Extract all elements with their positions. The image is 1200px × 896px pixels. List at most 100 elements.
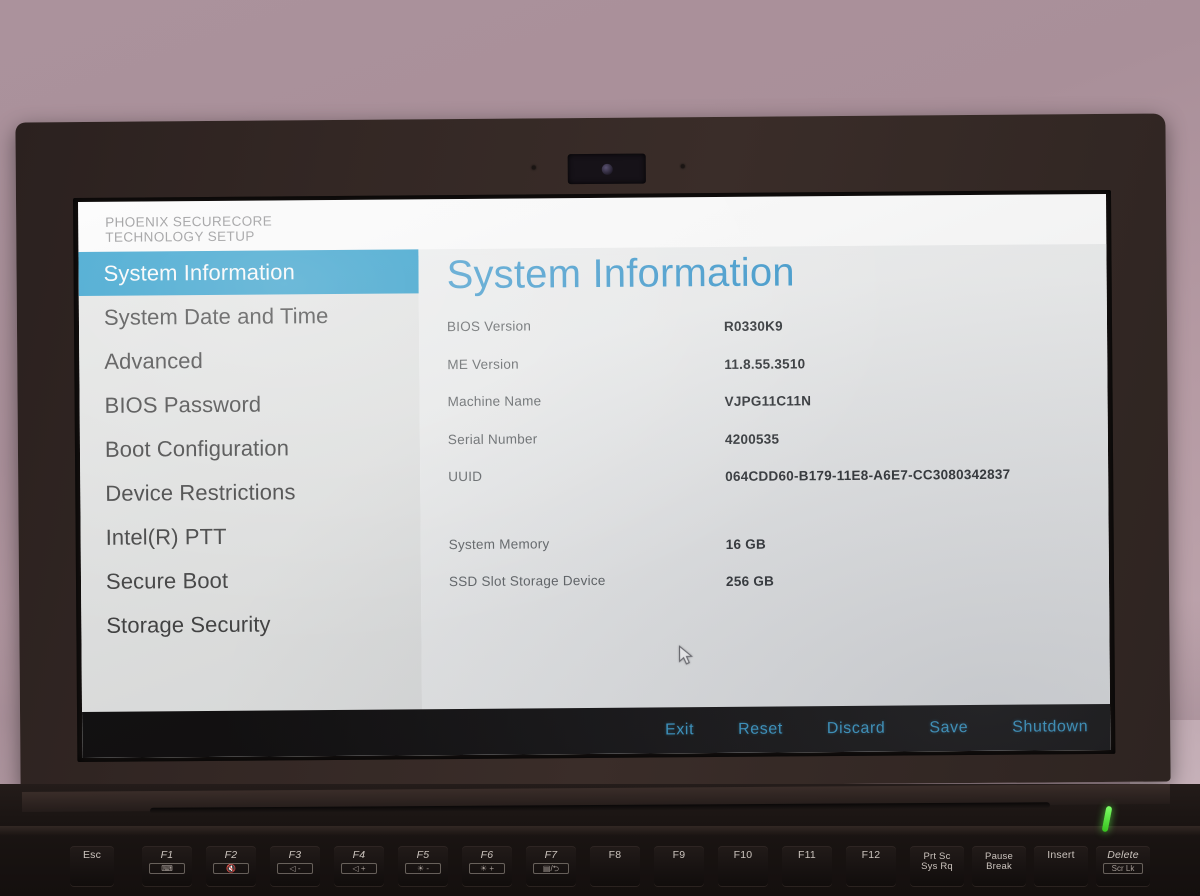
sidebar-item-system-date-and-time[interactable]: System Date and Time [79,293,419,340]
key-label: Prt Sc Sys Rq [921,851,953,872]
key-f10[interactable]: F10 [718,846,768,886]
key-f4[interactable]: F4 ◁ + [334,846,384,886]
info-label: BIOS Version [446,318,532,335]
sidebar-item-secure-boot[interactable]: Secure Boot [81,557,421,604]
save-button[interactable]: Save [929,719,968,737]
key-secondary-label: ◁ + [341,863,377,874]
info-value: 4200535 [724,431,780,447]
key-label: F6 [480,849,494,861]
info-value: VJPG11C11N [724,393,812,409]
key-f1[interactable]: F1 ⌨ [142,846,192,886]
key-label: F3 [288,849,302,861]
key-f8[interactable]: F8 [590,846,640,886]
sidebar-item-storage-security[interactable]: Storage Security [81,601,421,648]
display-bezel: PHOENIX SECURECORE TECHNOLOGY SETUP Syst… [72,189,1116,763]
bios-content-panel: System Information BIOS Version R0330K9 ME… [418,243,1111,756]
mouse-cursor-icon [678,645,694,665]
webcam-module [567,153,646,185]
key-label: F12 [861,849,881,861]
info-value: 16 GB [725,536,767,552]
microphone-right-icon [680,164,685,169]
key-f11[interactable]: F11 [782,846,832,886]
key-pause-break[interactable]: Pause Break [972,846,1026,886]
info-label: Machine Name [447,393,542,410]
key-secondary-label: ☀ - [405,863,441,874]
table-row: System Memory 16 GB [449,532,1089,575]
info-label: SSD Slot Storage Device [448,572,606,590]
key-label: Insert [1047,849,1075,861]
info-value: 256 GB [725,573,775,589]
key-label: F7 [544,849,558,861]
microphone-left-icon [531,165,536,170]
key-label: F10 [733,849,753,861]
key-label: Delete [1107,849,1139,861]
page-title: System Information [446,250,795,298]
key-label: F5 [416,849,430,861]
key-f9[interactable]: F9 [654,846,704,886]
bios-screen: PHOENIX SECURECORE TECHNOLOGY SETUP Syst… [78,193,1111,759]
palmrest-bevel [0,826,1200,836]
webcam-lens-icon [601,163,613,175]
laptop-lid: PHOENIX SECURECORE TECHNOLOGY SETUP Syst… [15,113,1171,791]
bios-action-bar[interactable]: Exit Reset Discard Save Shutdown [82,703,1111,759]
key-insert[interactable]: Insert [1034,846,1088,886]
table-row: BIOS Version R0330K9 [447,314,1087,357]
sidebar-item-label: Boot Configuration [104,435,290,462]
key-f5[interactable]: F5 ☀ - [398,846,448,886]
sidebar-item-system-information[interactable]: System Information [78,249,419,297]
laptop-photo: PHOENIX SECURECORE TECHNOLOGY SETUP Syst… [0,0,1200,896]
key-label: Esc [82,849,102,861]
key-secondary-label: ⌨ [149,863,185,874]
sidebar-item-device-restrictions[interactable]: Device Restrictions [80,469,420,516]
key-secondary-label: ☀ + [469,863,505,874]
sidebar-item-bios-password[interactable]: BIOS Password [79,381,419,428]
key-esc[interactable]: Esc [70,846,114,886]
info-label: ME Version [447,356,519,372]
reset-button[interactable]: Reset [738,721,783,739]
key-prt-sc-sys-rq[interactable]: Prt Sc Sys Rq [910,846,964,886]
bios-sidebar[interactable]: System Information System Date and Time Ad… [78,249,423,759]
info-value: 064CDD60-B179-11E8-A6E7-CC3080342837 [725,466,1011,484]
shutdown-button[interactable]: Shutdown [1012,718,1088,737]
sidebar-item-boot-configuration[interactable]: Boot Configuration [80,425,420,472]
key-f7[interactable]: F7 ▤/⮌ [526,846,576,886]
table-row: SSD Slot Storage Device 256 GB [449,569,1089,612]
key-label: F4 [352,849,366,861]
sidebar-item-label: System Date and Time [103,303,329,330]
keyboard-function-row[interactable]: Esc F1 ⌨ F2 🔇 F3 ◁ - F4 ◁ + F5 ☀ - F6 ☀ + F7 ▤/⮌ F8 F9 F1… [0,840,1200,896]
key-f3[interactable]: F3 ◁ - [270,846,320,886]
sidebar-item-label: Device Restrictions [105,479,296,506]
info-value: R0330K9 [723,318,783,334]
sidebar-item-label: Intel(R) PTT [105,523,227,550]
setup-header: PHOENIX SECURECORE TECHNOLOGY SETUP [105,213,273,245]
table-row: ME Version 11.8.55.3510 [447,352,1087,395]
key-f6[interactable]: F6 ☀ + [462,846,512,886]
key-delete[interactable]: Delete Scr Lk [1096,846,1150,886]
system-information-table: BIOS Version R0330K9 ME Version 11.8.55.351… [447,314,1089,612]
table-row: Serial Number 4200535 [448,427,1088,470]
key-label: F9 [672,849,686,861]
info-label: Serial Number [447,430,538,447]
key-label: F11 [798,849,816,861]
key-secondary-label: Scr Lk [1103,863,1143,874]
key-f2[interactable]: F2 🔇 [206,846,256,886]
exit-button[interactable]: Exit [665,721,694,739]
key-label: Pause Break [985,851,1013,872]
sidebar-item-advanced[interactable]: Advanced [79,337,419,384]
discard-button[interactable]: Discard [827,720,886,738]
key-secondary-label: 🔇 [213,863,249,874]
info-label: UUID [448,468,483,485]
key-secondary-label: ▤/⮌ [533,863,569,874]
sidebar-item-label: Storage Security [106,611,271,638]
info-value: 11.8.55.3510 [724,355,806,372]
key-label: F1 [160,849,174,861]
sidebar-item-label: Secure Boot [105,567,229,594]
key-secondary-label: ◁ - [277,863,313,874]
sidebar-item-label: Advanced [104,348,204,374]
info-label: System Memory [448,535,550,552]
sidebar-item-label: System Information [103,259,296,286]
table-row: UUID 064CDD60-B179-11E8-A6E7-CC3080342837 [448,464,1088,507]
key-f12[interactable]: F12 [846,846,896,886]
table-row: Machine Name VJPG11C11N [448,389,1088,432]
sidebar-item-intel-r-ptt[interactable]: Intel(R) PTT [80,513,420,560]
